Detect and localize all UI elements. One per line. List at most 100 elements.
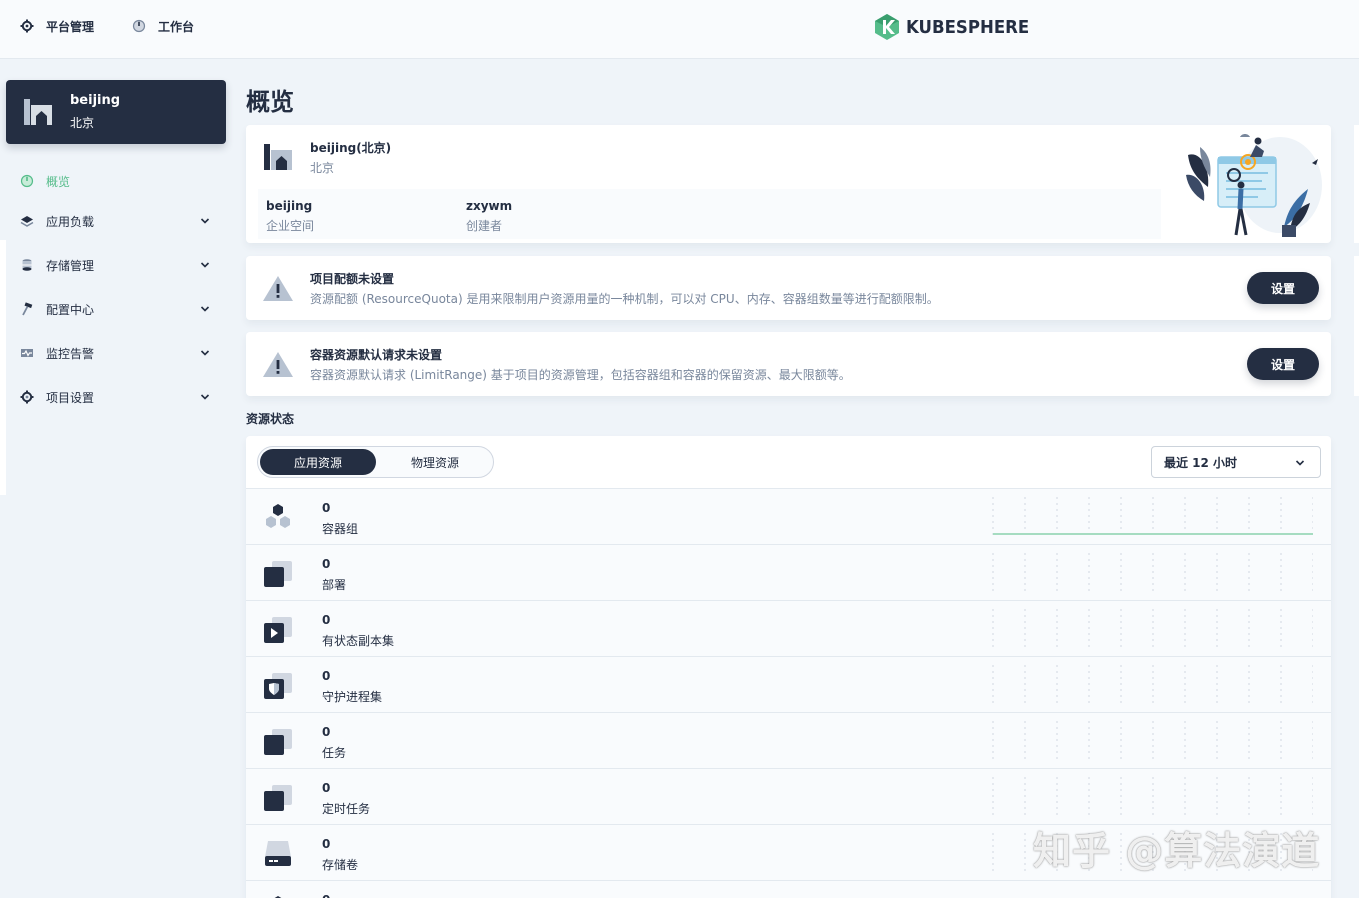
project-description: 北京 [310, 159, 334, 176]
right-edge-panel [1354, 256, 1359, 396]
resource-label: 容器组 [322, 520, 358, 537]
workbench-link[interactable]: 工作台 [132, 16, 194, 36]
resource-row-pods[interactable]: 0 容器组 [246, 488, 1331, 544]
project-icon [22, 96, 54, 128]
chevron-down-icon [199, 259, 211, 271]
resource-row-deployments[interactable]: 0 部署 [246, 544, 1331, 600]
sparkline [991, 777, 1313, 817]
dashboard-icon [20, 174, 34, 188]
resource-row-cronjobs[interactable]: 0 定时任务 [246, 768, 1331, 824]
left-strip [0, 240, 6, 495]
workspace-name: beijing [70, 93, 120, 108]
time-range-select[interactable]: 最近 12 小时 [1151, 446, 1321, 478]
sidebar-item-label: 配置中心 [46, 301, 94, 318]
sparkline [991, 609, 1313, 649]
creator-meta: zxywm 创建者 [466, 199, 512, 234]
sidebar-item-monitoring[interactable]: 监控告警 [20, 343, 215, 363]
sidebar-item-overview[interactable]: 概览 [20, 171, 215, 191]
sidebar-item-label: 概览 [46, 173, 70, 190]
workspace-meta: beijing 企业空间 [266, 199, 314, 234]
workspace-card[interactable]: beijing 北京 [6, 80, 226, 144]
resource-status-title: 资源状态 [246, 410, 294, 427]
project-meta: beijing 企业空间 zxywm 创建者 [258, 189, 1161, 239]
chevron-down-icon [199, 347, 211, 359]
top-nav: 平台管理 工作台 KUBESPHERE [0, 0, 1359, 59]
sparkline [991, 721, 1313, 761]
project-info-card: beijing(北京) 北京 beijing 企业空间 zxywm 创建者 [246, 125, 1331, 243]
statefulset-icon [262, 613, 294, 645]
sparkline [991, 665, 1313, 705]
resource-label: 定时任务 [322, 800, 370, 817]
project-name: beijing(北京) [310, 139, 391, 156]
resource-value: 0 [322, 837, 330, 851]
kubesphere-logo-icon [874, 13, 900, 41]
platform-management-label: 平台管理 [46, 18, 94, 35]
gear-icon [20, 19, 34, 33]
warning-icon [262, 272, 294, 304]
tab-app-resources[interactable]: 应用资源 [260, 449, 376, 475]
resource-label: 存储卷 [322, 856, 358, 873]
workspace-value: beijing [266, 199, 314, 213]
resource-label: 守护进程集 [322, 688, 382, 705]
platform-management-link[interactable]: 平台管理 [20, 16, 94, 36]
limitrange-warning-card: 容器资源默认请求未设置 容器资源默认请求 (LimitRange) 基于项目的资… [246, 332, 1331, 396]
workspace-description: 北京 [70, 114, 94, 131]
resource-label: 任务 [322, 744, 346, 761]
quota-settings-button[interactable]: 设置 [1247, 272, 1319, 304]
resource-value: 0 [322, 501, 330, 515]
resource-value: 0 [322, 725, 330, 739]
right-edge-panel [1354, 125, 1359, 243]
sidebar-item-label: 监控告警 [46, 345, 94, 362]
sidebar-item-storage[interactable]: 存储管理 [20, 255, 215, 275]
monitor-icon [20, 346, 34, 360]
workspace-label: 企业空间 [266, 217, 314, 234]
overview-illustration [1180, 127, 1330, 241]
volume-icon [262, 837, 294, 869]
layers-icon [20, 214, 34, 228]
resource-row-services[interactable]: 0 [246, 880, 1331, 898]
limitrange-settings-button[interactable]: 设置 [1247, 348, 1319, 380]
sparkline [991, 497, 1313, 537]
brand-name: KUBESPHERE [906, 17, 1029, 38]
resource-row-jobs[interactable]: 0 任务 [246, 712, 1331, 768]
sidebar-item-project-settings[interactable]: 项目设置 [20, 387, 215, 407]
dashboard-icon [132, 19, 146, 33]
project-icon [262, 141, 294, 173]
kubesphere-logo[interactable]: KUBESPHERE [874, 12, 1040, 42]
sidebar-item-label: 项目设置 [46, 389, 94, 406]
resource-label: 有状态副本集 [322, 632, 394, 649]
daemonset-icon [262, 669, 294, 701]
tab-physical-resources[interactable]: 物理资源 [377, 449, 493, 475]
sparkline [991, 553, 1313, 593]
creator-value: zxywm [466, 199, 512, 213]
resource-row-daemonsets[interactable]: 0 守护进程集 [246, 656, 1331, 712]
chevron-down-icon [199, 391, 211, 403]
warning-icon [262, 348, 294, 380]
chevron-down-icon [199, 303, 211, 315]
sidebar-item-label: 应用负载 [46, 213, 94, 230]
resource-value: 0 [322, 893, 330, 898]
resource-label: 部署 [322, 576, 346, 593]
sidebar-item-config[interactable]: 配置中心 [20, 299, 215, 319]
creator-label: 创建者 [466, 217, 512, 234]
sidebar-item-workloads[interactable]: 应用负载 [20, 211, 215, 231]
service-icon [262, 893, 294, 898]
job-icon [262, 725, 294, 757]
quota-warning-title: 项目配额未设置 [310, 270, 394, 287]
chevron-down-icon [199, 215, 211, 227]
limitrange-warning-title: 容器资源默认请求未设置 [310, 346, 442, 363]
resource-row-statefulsets[interactable]: 0 有状态副本集 [246, 600, 1331, 656]
resource-value: 0 [322, 781, 330, 795]
deployment-icon [262, 557, 294, 589]
sidebar-item-label: 存储管理 [46, 257, 94, 274]
resource-value: 0 [322, 669, 330, 683]
pods-icon [262, 501, 294, 533]
resource-value: 0 [322, 557, 330, 571]
hammer-icon [20, 302, 34, 316]
chevron-down-icon [1294, 457, 1306, 469]
quota-warning-card: 项目配额未设置 资源配额 (ResourceQuota) 是用来限制用户资源用量… [246, 256, 1331, 320]
page-title: 概览 [246, 82, 294, 117]
watermark: 知乎 @算法演道 [1033, 820, 1320, 875]
resource-tabs: 应用资源 物理资源 [257, 446, 494, 478]
workbench-label: 工作台 [158, 18, 194, 35]
